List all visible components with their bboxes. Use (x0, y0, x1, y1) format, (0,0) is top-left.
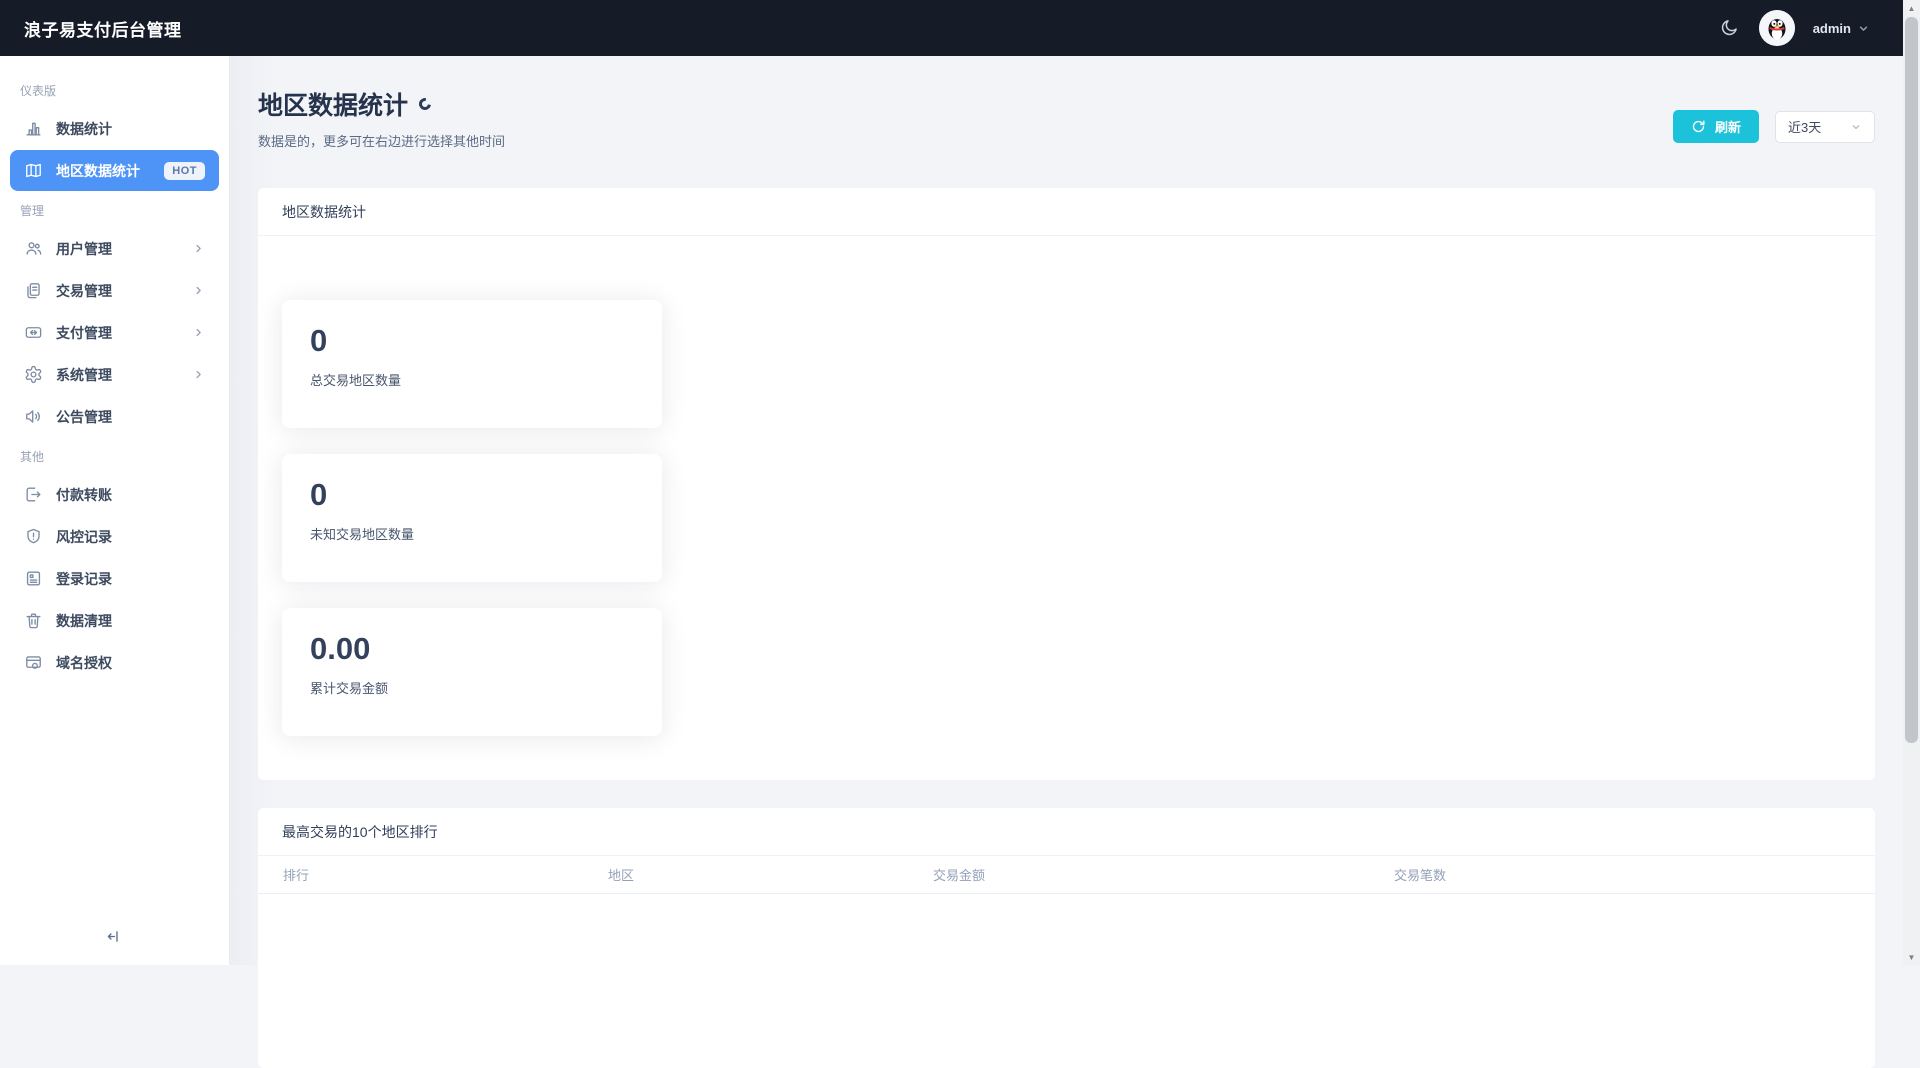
page-header: 地区数据统计 数据是的，更多可在右边进行选择其他时间 刷新 近3天 (258, 86, 1875, 150)
chevron-right-icon (192, 242, 205, 255)
theme-moon-icon[interactable] (1717, 16, 1741, 40)
top-regions-card: 最高交易的10个地区排行 排行 地区 交易金额 交易笔数 (258, 808, 1875, 1068)
region-stats-card-body: 0 总交易地区数量 0 未知交易地区数量 0.00 累计交易金额 (258, 236, 1875, 780)
chevron-down-icon (1857, 22, 1870, 35)
sidebar-item-label: 交易管理 (56, 281, 112, 301)
column-amount: 交易金额 (933, 865, 1394, 884)
sidebar-item-label: 数据统计 (56, 119, 112, 139)
top-regions-card-header: 最高交易的10个地区排行 (258, 808, 1875, 856)
sidebar-section-dashboard: 仪表版 (0, 72, 229, 107)
stat-label: 未知交易地区数量 (310, 524, 634, 543)
refresh-icon (1691, 119, 1706, 134)
sidebar-item-label: 地区数据统计 (56, 161, 140, 181)
document-icon (24, 569, 43, 588)
ranking-table-header: 排行 地区 交易金额 交易笔数 (258, 856, 1875, 894)
sidebar-item-domain-auth[interactable]: 域名授权 (10, 642, 219, 683)
sidebar-item-label: 支付管理 (56, 323, 112, 343)
chevron-down-icon (1850, 121, 1862, 133)
sidebar-footer (0, 921, 229, 951)
stat-value: 0 (310, 478, 634, 512)
shield-alert-icon (24, 527, 43, 546)
speaker-icon (24, 407, 43, 426)
stat-value: 0 (310, 324, 634, 358)
page-subtitle: 数据是的，更多可在右边进行选择其他时间 (258, 131, 505, 150)
sidebar-item-data-stats[interactable]: 数据统计 (10, 108, 219, 149)
chevron-right-icon (192, 368, 205, 381)
stat-label: 累计交易金额 (310, 678, 634, 697)
collapse-sidebar-icon[interactable] (100, 921, 130, 951)
sidebar-item-system-manage[interactable]: 系统管理 (10, 354, 219, 395)
stat-card-unknown-regions: 0 未知交易地区数量 (282, 454, 662, 582)
region-stats-card-header: 地区数据统计 (258, 188, 1875, 236)
gear-icon (24, 365, 43, 384)
page-header-actions: 刷新 近3天 (1673, 110, 1875, 143)
sidebar-item-payment-transfer[interactable]: 付款转账 (10, 474, 219, 515)
users-icon (24, 239, 43, 258)
sidebar-item-label: 数据清理 (56, 611, 112, 631)
sidebar-item-label: 系统管理 (56, 365, 112, 385)
stat-card-total-regions: 0 总交易地区数量 (282, 300, 662, 428)
column-count: 交易笔数 (1394, 865, 1875, 884)
sidebar-item-label: 风控记录 (56, 527, 112, 547)
scrollbar-thumb[interactable] (1905, 17, 1918, 743)
username: admin (1813, 21, 1851, 36)
sidebar-item-user-manage[interactable]: 用户管理 (10, 228, 219, 269)
app-title: 浪子易支付后台管理 (24, 16, 182, 41)
sidebar-item-trade-manage[interactable]: 交易管理 (10, 270, 219, 311)
map-icon (24, 161, 43, 180)
browser-icon (24, 653, 43, 672)
card-transfer-icon (24, 323, 43, 342)
time-range-select[interactable]: 近3天 (1775, 111, 1875, 143)
refresh-button-label: 刷新 (1715, 117, 1741, 136)
transfer-out-icon (24, 485, 43, 504)
column-region: 地区 (608, 865, 933, 884)
file-copy-icon (24, 281, 43, 300)
sidebar-item-label: 用户管理 (56, 239, 112, 259)
hot-badge: HOT (164, 162, 205, 180)
sidebar-item-label: 登录记录 (56, 569, 112, 589)
sidebar-item-announce-manage[interactable]: 公告管理 (10, 396, 219, 437)
sidebar-item-region-stats[interactable]: 地区数据统计 HOT (10, 150, 219, 191)
stat-value: 0.00 (310, 632, 634, 666)
avatar[interactable] (1759, 10, 1795, 46)
loading-spinner-icon (417, 96, 434, 113)
refresh-button[interactable]: 刷新 (1673, 110, 1759, 143)
trash-icon (24, 611, 43, 630)
bar-chart-icon (24, 119, 43, 138)
user-menu[interactable]: admin (1813, 21, 1870, 36)
sidebar: 仪表版 数据统计 地区数据统计 HOT 管理 用户管理 (0, 56, 230, 965)
vertical-scrollbar[interactable]: ▲ ▼ (1903, 0, 1920, 965)
sidebar-section-manage: 管理 (0, 192, 229, 227)
topbar: 浪子易支付后台管理 admin (0, 0, 1920, 56)
main-content: 地区数据统计 数据是的，更多可在右边进行选择其他时间 刷新 近3天 地区数据统计 (230, 56, 1903, 965)
time-range-value: 近3天 (1788, 117, 1821, 136)
sidebar-item-risk-records[interactable]: 风控记录 (10, 516, 219, 557)
stat-label: 总交易地区数量 (310, 370, 634, 389)
scroll-down-arrow[interactable]: ▼ (1903, 949, 1920, 965)
sidebar-item-label: 公告管理 (56, 407, 112, 427)
topbar-right: admin (1717, 10, 1920, 46)
page-title: 地区数据统计 (258, 86, 408, 122)
sidebar-item-label: 域名授权 (56, 653, 112, 673)
sidebar-item-label: 付款转账 (56, 485, 112, 505)
page-header-left: 地区数据统计 数据是的，更多可在右边进行选择其他时间 (258, 86, 505, 150)
region-stats-card: 地区数据统计 0 总交易地区数量 0 未知交易地区数量 0.00 累计交易金额 (258, 188, 1875, 780)
scroll-up-arrow[interactable]: ▲ (1903, 0, 1920, 16)
sidebar-section-other: 其他 (0, 438, 229, 473)
stat-card-total-amount: 0.00 累计交易金额 (282, 608, 662, 736)
sidebar-item-data-clean[interactable]: 数据清理 (10, 600, 219, 641)
sidebar-item-login-records[interactable]: 登录记录 (10, 558, 219, 599)
chevron-right-icon (192, 326, 205, 339)
ranking-table-body (258, 894, 1875, 1054)
chevron-right-icon (192, 284, 205, 297)
column-rank: 排行 (283, 865, 608, 884)
sidebar-item-pay-manage[interactable]: 支付管理 (10, 312, 219, 353)
